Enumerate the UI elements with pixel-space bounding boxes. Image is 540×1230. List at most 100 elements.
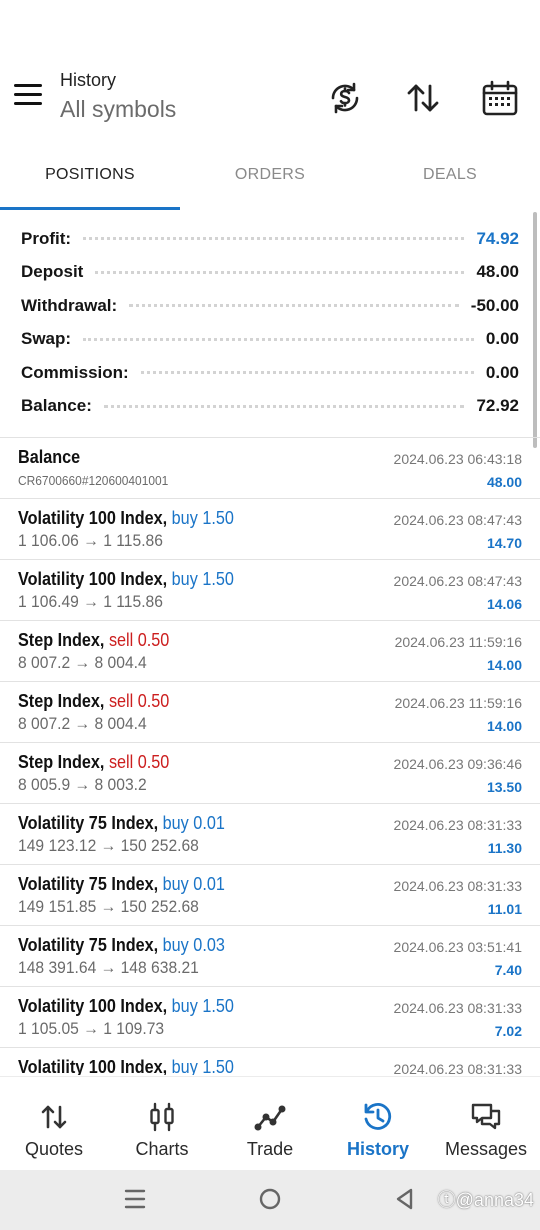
deal-row[interactable]: Volatility 100 Index, buy 1.50 1 106.06 →… (0, 498, 540, 559)
deal-side: sell (108, 752, 134, 772)
deal-symbol: Step Index, (18, 752, 105, 772)
bottom-navigation: Quotes Charts Trade History Messages (0, 1076, 540, 1170)
deal-title: Volatility 75 Index, buy 0.01 (18, 813, 225, 834)
deal-prices: 1 105.05 → 1 109.73 (18, 1019, 165, 1038)
currency-exchange-icon[interactable] (325, 78, 365, 118)
deal-datetime: 2024.06.23 08:31:33 (393, 817, 522, 833)
title-block: History All symbols (60, 70, 176, 123)
deal-profit: 7.02 (494, 1023, 522, 1039)
summary-label: Deposit (21, 262, 84, 282)
summary-row-balance: Balance: 72.92 (0, 390, 540, 424)
home-icon[interactable] (257, 1186, 283, 1217)
scrollbar[interactable] (533, 212, 537, 448)
recents-icon[interactable] (122, 1186, 148, 1217)
history-list: Balance CR6700660#120600401001 2024.06.23 … (0, 437, 540, 1075)
summary-label: Withdrawal: (21, 295, 118, 315)
deal-row[interactable]: Volatility 100 Index, buy 1.50 1 106.49 →… (0, 559, 540, 620)
deal-volume: 1.50 (202, 996, 234, 1016)
commission-value: 0.00 (485, 362, 519, 382)
deal-volume: 1.50 (202, 1057, 234, 1075)
nav-history[interactable]: History (324, 1077, 432, 1170)
nav-label: Quotes (24, 1139, 84, 1159)
summary-panel: Profit: 74.92 Deposit 48.00 Withdrawal: … (0, 222, 540, 423)
summary-label: Swap: (21, 329, 72, 349)
deal-side: buy (171, 1057, 198, 1075)
deal-profit: 11.30 (487, 840, 522, 856)
deal-title: Volatility 100 Index, buy 1.50 (18, 508, 234, 529)
nav-charts[interactable]: Charts (108, 1077, 216, 1170)
deal-datetime: 2024.06.23 08:31:33 (393, 1061, 522, 1075)
deal-prices: 8 005.9 → 8 003.2 (18, 775, 147, 794)
menu-icon[interactable] (14, 84, 46, 110)
deal-symbol: Volatility 75 Index, (18, 813, 159, 833)
summary-label: Balance: (21, 396, 92, 416)
deal-profit: 7.40 (494, 962, 522, 978)
deal-prices: 1 106.06 → 1 115.86 (18, 531, 163, 550)
deal-row[interactable]: Balance CR6700660#120600401001 2024.06.23 … (0, 437, 540, 498)
deal-title: Volatility 100 Index, buy 1.50 (18, 996, 234, 1017)
deal-volume: 1.50 (202, 569, 234, 589)
deal-profit: 48.00 (486, 474, 522, 490)
deal-row[interactable]: Volatility 100 Index, buy 1.50 2024.06.23… (0, 1047, 540, 1075)
deal-row[interactable]: Volatility 75 Index, buy 0.01 149 123.12 … (0, 803, 540, 864)
deal-side: sell (108, 691, 134, 711)
sort-icon[interactable] (403, 78, 443, 118)
deal-prices: 8 007.2 → 8 004.4 (18, 714, 147, 733)
deal-volume: 1.50 (202, 508, 234, 528)
tab-orders[interactable]: ORDERS (180, 150, 360, 210)
deal-profit: 14.70 (486, 535, 522, 551)
deal-prices: 149 123.12 → 150 252.68 (18, 836, 199, 855)
deal-side: buy (171, 996, 198, 1016)
nav-messages[interactable]: Messages (432, 1077, 540, 1170)
deal-symbol: Volatility 100 Index, (18, 569, 168, 589)
deal-prices: 1 106.49 → 1 115.86 (18, 592, 163, 611)
deal-side: buy (171, 508, 198, 528)
deal-row[interactable]: Step Index, sell 0.50 8 005.9 → 8 003.2 20… (0, 742, 540, 803)
summary-row-profit: Profit: 74.92 (0, 222, 540, 256)
deal-symbol: Volatility 75 Index, (18, 874, 159, 894)
nav-label: Trade (246, 1139, 294, 1159)
top-app-bar: History All symbols (0, 60, 540, 140)
deal-title: Volatility 100 Index, buy 1.50 (18, 1057, 234, 1075)
deal-volume: 0.50 (137, 691, 170, 711)
back-icon[interactable] (392, 1186, 418, 1217)
nav-label: History (346, 1139, 409, 1159)
tab-deals[interactable]: DEALS (360, 150, 540, 210)
trade-icon (254, 1105, 286, 1131)
summary-row-deposit: Deposit 48.00 (0, 256, 540, 290)
deal-title: Step Index, sell 0.50 (18, 630, 169, 651)
deal-volume: 0.01 (193, 874, 225, 894)
deal-title: Step Index, sell 0.50 (18, 691, 169, 712)
symbol-filter-label[interactable]: All symbols (60, 96, 176, 123)
tab-positions[interactable]: POSITIONS (0, 150, 180, 210)
deal-symbol: Volatility 100 Index, (18, 1057, 168, 1075)
deal-side: sell (108, 630, 134, 650)
deal-row[interactable]: Step Index, sell 0.50 8 007.2 → 8 004.4 20… (0, 620, 540, 681)
deal-title: Step Index, sell 0.50 (18, 752, 169, 773)
quotes-icon (41, 1105, 67, 1129)
deal-row[interactable]: Volatility 75 Index, buy 0.03 148 391.64 … (0, 925, 540, 986)
deal-side: buy (162, 813, 189, 833)
deal-volume: 0.03 (193, 935, 225, 955)
deal-symbol: Volatility 100 Index, (18, 996, 168, 1016)
balance-value: 72.92 (476, 396, 519, 416)
deal-row[interactable]: Step Index, sell 0.50 8 007.2 → 8 004.4 20… (0, 681, 540, 742)
dotted-leader (83, 337, 474, 341)
deal-row[interactable]: Volatility 100 Index, buy 1.50 1 105.05 →… (0, 986, 540, 1047)
deal-datetime: 2024.06.23 08:47:43 (393, 573, 522, 589)
deal-volume: 0.50 (137, 630, 170, 650)
nav-quotes[interactable]: Quotes (0, 1077, 108, 1170)
deal-datetime: 2024.06.23 11:59:16 (394, 634, 522, 650)
deal-profit: 14.06 (486, 596, 522, 612)
swap-value: 0.00 (485, 329, 519, 349)
nav-trade[interactable]: Trade (216, 1077, 324, 1170)
charts-icon (150, 1102, 174, 1132)
dotted-leader (95, 270, 465, 274)
calendar-icon[interactable] (480, 78, 520, 118)
deal-symbol: Balance (18, 447, 81, 467)
deal-row[interactable]: Volatility 75 Index, buy 0.01 149 151.85 … (0, 864, 540, 925)
dotted-leader (83, 237, 465, 241)
watermark-text: ⓣ@anna34 (437, 1190, 534, 1210)
deal-prices: 8 007.2 → 8 004.4 (18, 653, 147, 672)
summary-row-commission: Commission: 0.00 (0, 356, 540, 390)
